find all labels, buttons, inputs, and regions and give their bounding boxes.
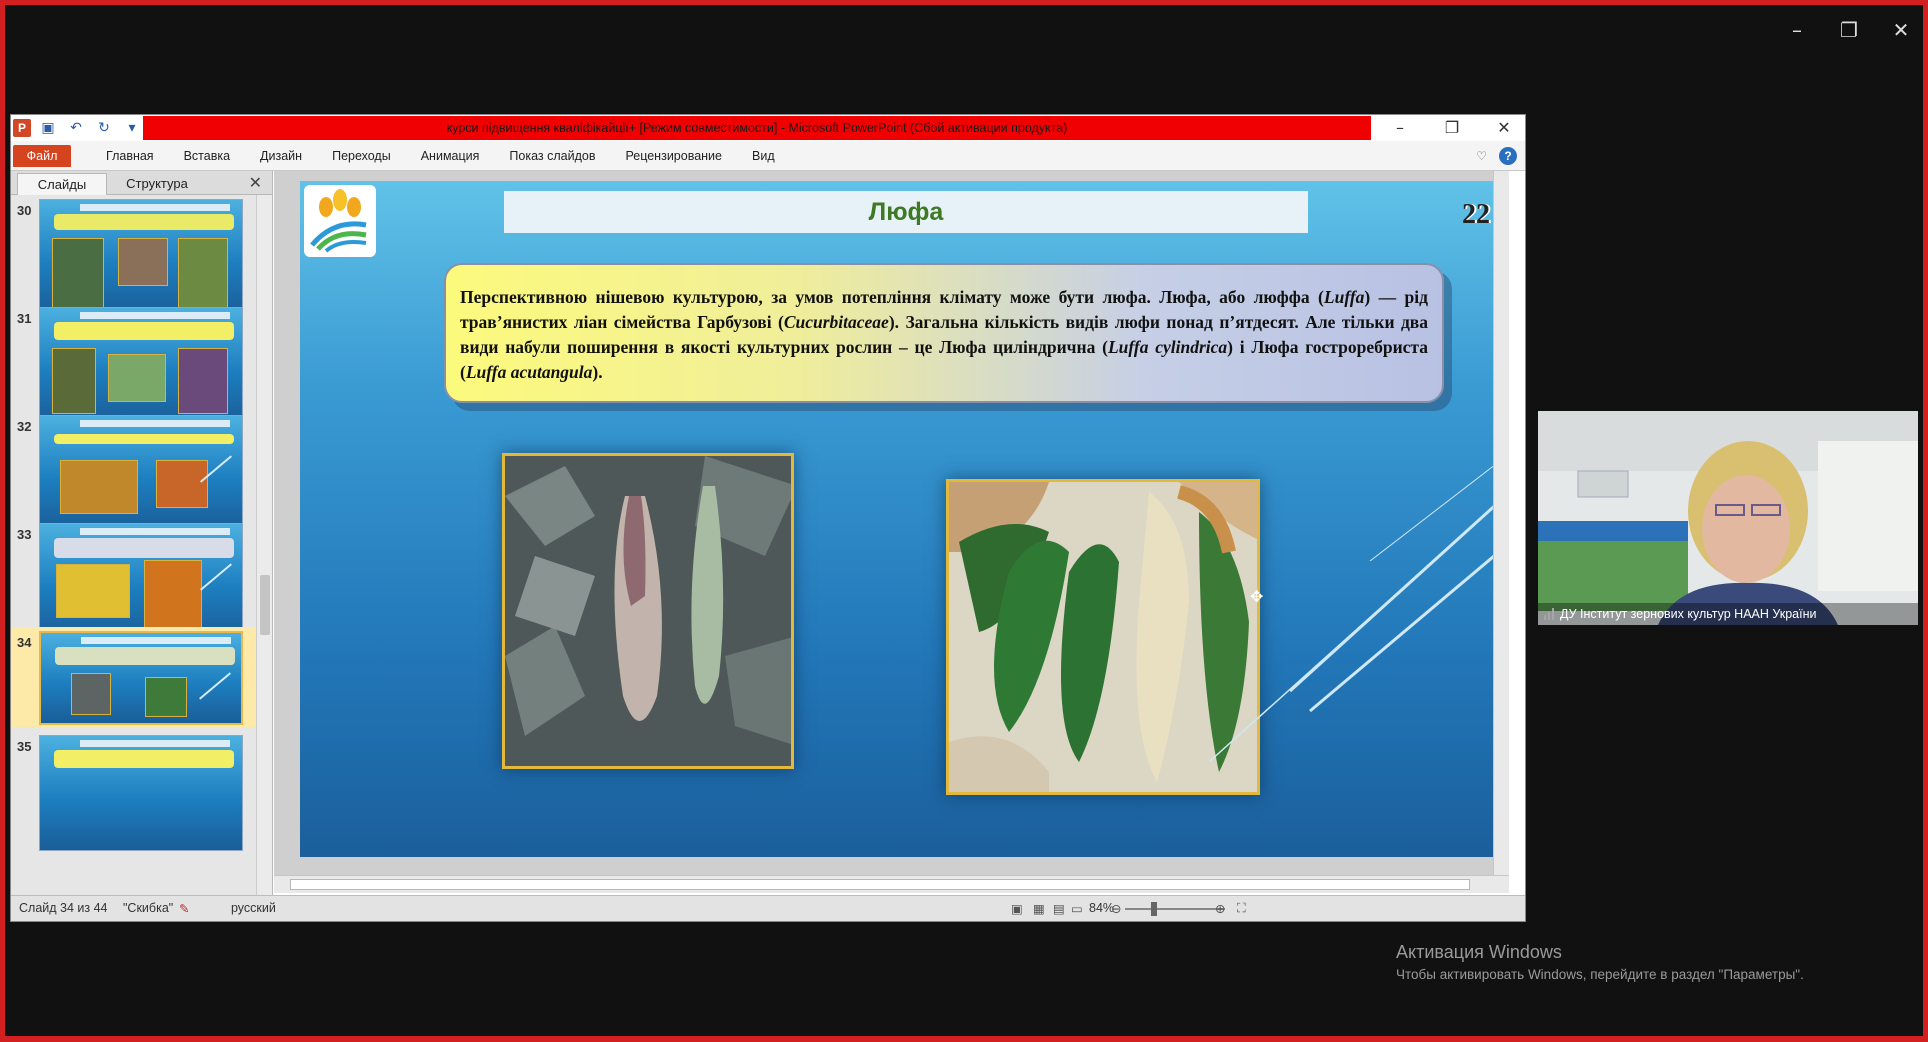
- thumbnail-preview: [39, 199, 243, 315]
- slide-vertical-scrollbar[interactable]: [1493, 171, 1509, 875]
- status-bar: Слайд 34 из 44 "Скибка" ✎ русский ▣ ▦ ▤ …: [11, 895, 1525, 921]
- thumbnail-number: 34: [17, 635, 32, 650]
- slide-number: 22: [1462, 199, 1490, 230]
- slide-editor: Люфа 22 Перспективною нішевою культурою,…: [274, 171, 1509, 875]
- fit-slide-icon[interactable]: ⛶: [1237, 901, 1246, 916]
- decorative-lines: [1209, 461, 1500, 762]
- thumbnail-number: 30: [17, 203, 32, 218]
- thumbnail-number: 32: [17, 419, 32, 434]
- help-icon[interactable]: ?: [1499, 147, 1517, 165]
- slide-thumbnail-list: 30 31 32 33 34 35: [11, 195, 257, 895]
- slide-sorter-icon[interactable]: ▦: [1033, 901, 1045, 916]
- undo-icon[interactable]: ↶: [67, 119, 85, 137]
- tab-slide-show[interactable]: Показ слайдов: [494, 145, 610, 167]
- slide-title: Люфа: [868, 198, 944, 226]
- slide-body-text: Перспективною нішевою культурою, за умов…: [460, 287, 1428, 382]
- tab-animations[interactable]: Анимация: [406, 145, 495, 167]
- powerpoint-window: P ▣ ↶ ↻ ▾ курси підвищення кваліфікайції…: [10, 114, 1526, 922]
- slides-pane: Слайды Структура ✕ 30 31 32 33 34 35: [11, 171, 273, 895]
- slide-thumbnail[interactable]: 32: [11, 411, 257, 535]
- thumbnail-number: 31: [17, 311, 32, 326]
- zoom-out-icon[interactable]: ⊖: [1111, 901, 1121, 916]
- ribbon-collapse-icon[interactable]: ♡: [1476, 149, 1487, 163]
- restore-icon[interactable]: ❐: [1837, 19, 1861, 41]
- participant-name: ДУ Інститут зернових культур НААН Україн…: [1538, 603, 1918, 625]
- slide-title-band: Люфа: [504, 191, 1308, 233]
- language[interactable]: русский: [231, 901, 276, 915]
- slideshow-icon[interactable]: ▭: [1071, 901, 1083, 916]
- slide-thumbnail[interactable]: 35: [11, 731, 257, 855]
- tab-design[interactable]: Дизайн: [245, 145, 317, 167]
- theme-name: "Скибка": [123, 901, 174, 915]
- save-icon[interactable]: ▣: [39, 119, 57, 137]
- close-icon[interactable]: ✕: [1889, 19, 1913, 41]
- ribbon-tabs-bar: Файл Главная Вставка Дизайн Переходы Ани…: [11, 141, 1525, 171]
- tab-file[interactable]: Файл: [13, 145, 71, 167]
- slide-thumbnail[interactable]: 33: [11, 519, 257, 643]
- pane-scrollbar[interactable]: [256, 195, 272, 895]
- spellcheck-icon[interactable]: ✎: [179, 901, 189, 916]
- reading-view-icon[interactable]: ▤: [1053, 901, 1065, 916]
- zoom-in-icon[interactable]: ⊕: [1215, 901, 1225, 916]
- customize-qat-icon[interactable]: ▾: [123, 119, 141, 137]
- redo-icon[interactable]: ↻: [95, 119, 113, 137]
- pane-scroll-thumb[interactable]: [260, 575, 270, 635]
- tab-home[interactable]: Главная: [91, 145, 169, 167]
- window-controls: – ❐ ✕: [1785, 19, 1913, 41]
- tab-slides[interactable]: Слайды: [17, 173, 107, 195]
- tab-outline[interactable]: Структура: [109, 173, 205, 195]
- luffa-photo-left[interactable]: [502, 453, 794, 769]
- slide-horizontal-scrollbar[interactable]: [274, 875, 1509, 893]
- h-scroll-thumb[interactable]: [290, 879, 1470, 890]
- minimize-icon[interactable]: –: [1785, 19, 1809, 41]
- ppt-restore-icon[interactable]: ❐: [1439, 115, 1465, 141]
- ppt-window-controls: – ❐ ✕: [1387, 115, 1517, 141]
- current-slide[interactable]: Люфа 22 Перспективною нішевою культурою,…: [300, 181, 1500, 857]
- tab-transitions[interactable]: Переходы: [317, 145, 406, 167]
- slide-thumbnail[interactable]: 31: [11, 303, 257, 427]
- normal-view-icon[interactable]: ▣: [1011, 901, 1023, 916]
- windows-activation-watermark: Активация Windows Чтобы активировать Win…: [1396, 942, 1804, 982]
- tab-review[interactable]: Рецензирование: [610, 145, 737, 167]
- zoom-slider-knob[interactable]: [1151, 902, 1157, 916]
- thumbnail-number: 33: [17, 527, 32, 542]
- thumbnail-preview: [39, 735, 243, 851]
- ppt-minimize-icon[interactable]: –: [1387, 115, 1413, 141]
- thumbnail-preview: [39, 307, 243, 423]
- slide-thumbnail[interactable]: 30: [11, 195, 257, 319]
- slide-thumbnail-selected[interactable]: 34: [11, 627, 257, 727]
- tab-view[interactable]: Вид: [737, 145, 790, 167]
- webcam-video[interactable]: ДУ Інститут зернових культур НААН Україн…: [1538, 411, 1918, 625]
- slide-text-box[interactable]: Перспективною нішевою культурою, за умов…: [444, 263, 1444, 403]
- activation-title: Активация Windows: [1396, 942, 1562, 962]
- thumbnail-preview: [39, 415, 243, 531]
- window-title: курси підвищення кваліфікайції+ [Режим с…: [143, 116, 1371, 140]
- slide-counter: Слайд 34 из 44: [19, 901, 108, 915]
- activation-subtitle: Чтобы активировать Windows, перейдите в …: [1396, 967, 1804, 982]
- powerpoint-logo-icon[interactable]: P: [13, 119, 31, 137]
- ppt-close-icon[interactable]: ✕: [1491, 115, 1517, 141]
- tab-insert[interactable]: Вставка: [169, 145, 245, 167]
- zoom-slider[interactable]: [1125, 908, 1225, 910]
- thumbnail-preview: [39, 523, 243, 639]
- institute-logo: [304, 185, 376, 257]
- thumbnail-preview: [39, 631, 243, 725]
- pane-close-icon[interactable]: ✕: [249, 173, 262, 192]
- thumbnail-number: 35: [17, 739, 32, 754]
- quick-access-toolbar: ▣ ↶ ↻ ▾: [39, 119, 141, 137]
- move-cursor-icon: ✥: [1250, 589, 1264, 606]
- title-bar: P ▣ ↶ ↻ ▾ курси підвищення кваліфікайції…: [11, 115, 1525, 141]
